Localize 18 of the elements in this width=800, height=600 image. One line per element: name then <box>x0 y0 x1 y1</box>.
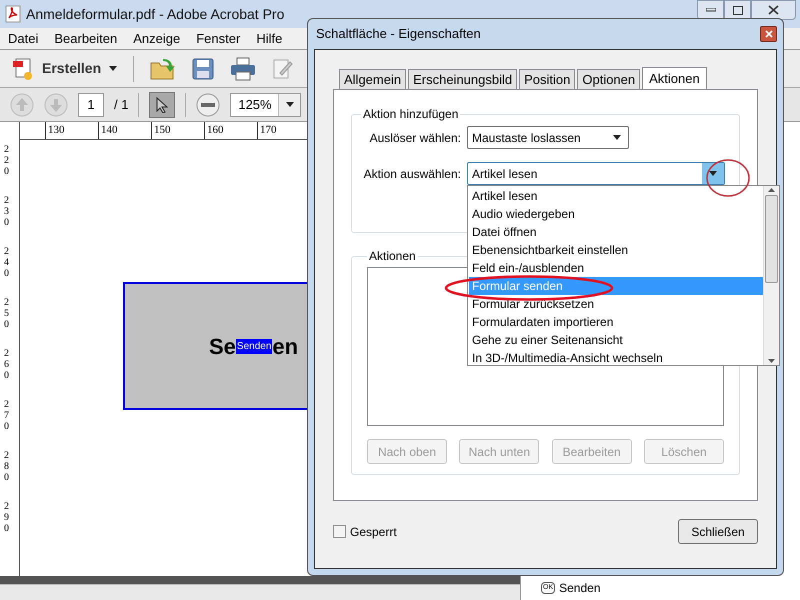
button-caption: Se <box>209 332 236 360</box>
action-label: Aktion auswählen: <box>362 166 462 182</box>
ruler-label: 250 <box>4 297 10 330</box>
group-title: Aktion hinzufügen <box>362 106 460 123</box>
ruler-label: 260 <box>4 348 10 381</box>
checkbox-label: Gesperrt <box>350 524 397 540</box>
window-title: Anmeldeformular.pdf - Adobe Acrobat Pro <box>26 4 284 24</box>
button-caption: en <box>272 332 298 360</box>
ruler-label: 240 <box>4 246 10 279</box>
page-count: / 1 <box>114 96 128 114</box>
ruler-label: 280 <box>4 450 10 483</box>
ruler-label: 290 <box>4 501 10 534</box>
ruler-label: 270 <box>4 399 10 432</box>
group-title: Aktionen <box>368 248 417 265</box>
ruler-label: 220 <box>4 144 10 177</box>
field-name-tag: Senden <box>236 338 272 354</box>
ruler-label: 230 <box>4 195 10 228</box>
dialog-title: Schaltfläche - Eigenschaften <box>316 25 481 44</box>
